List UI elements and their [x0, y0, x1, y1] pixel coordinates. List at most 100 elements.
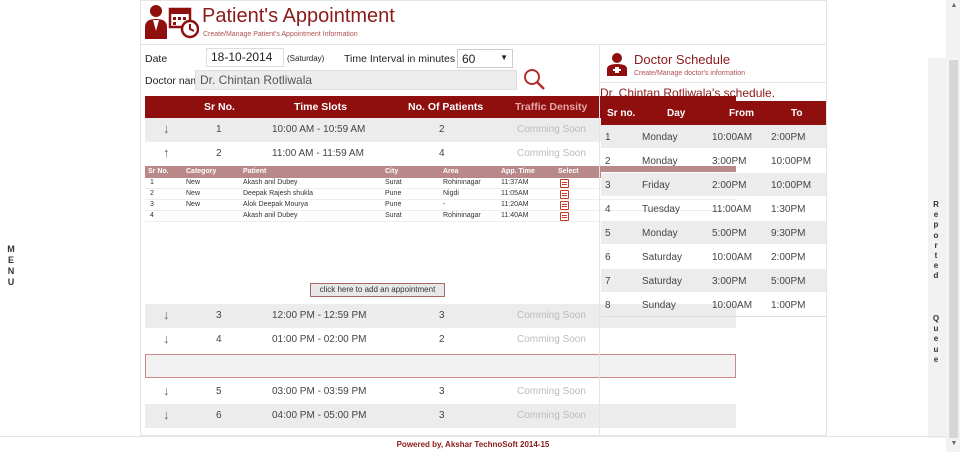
sched-day: Saturday: [642, 252, 683, 263]
doctor-header: Doctor Schedule Create/Manage doctor's i…: [600, 45, 827, 83]
schedule-row[interactable]: 7 Saturday 3:00PM 5:00PM: [601, 269, 826, 293]
label-letter: d: [933, 271, 939, 281]
sched-to: 10:00PM: [771, 156, 812, 167]
sched-from: 3:00PM: [712, 156, 747, 167]
sched-from: 2:00PM: [712, 180, 747, 191]
sched-sr: 2: [605, 156, 611, 167]
slot-sr: 4: [216, 334, 222, 345]
arrow-up-icon[interactable]: ↑: [163, 145, 170, 160]
sched-from: 10:00AM: [712, 300, 753, 311]
col-city: City: [385, 168, 399, 175]
appt-time: 11:40AM: [501, 212, 529, 219]
col-category: Category: [186, 168, 217, 175]
slot-count: 3: [439, 386, 445, 397]
slot-count: 2: [439, 124, 445, 135]
schedule-row[interactable]: 2 Monday 3:00PM 10:00PM: [601, 149, 826, 173]
label-letter: p: [933, 220, 939, 230]
sched-to: 2:00PM: [771, 132, 806, 143]
sched-to: 5:00PM: [771, 276, 806, 287]
sched-sr: 4: [605, 204, 611, 215]
appt-time: 11:05AM: [501, 190, 529, 197]
add-appointment-button[interactable]: click here to add an appointment: [310, 283, 445, 297]
sched-day: Monday: [642, 132, 678, 143]
col-select: Select: [558, 168, 579, 175]
slot-sr: 3: [216, 310, 222, 321]
appt-city: Surat: [385, 179, 402, 186]
appt-sr: 2: [150, 190, 154, 197]
arrow-down-icon[interactable]: ↓: [163, 383, 170, 398]
day-label: (Saturday): [287, 54, 325, 63]
slot-count: 4: [439, 148, 445, 159]
footer-text: Powered by, Akshar TechnoSoft 2014-15: [396, 440, 550, 449]
sched-sr: 3: [605, 180, 611, 191]
label-letter: e: [933, 334, 939, 344]
edit-icon[interactable]: [560, 212, 569, 223]
sched-sr: 8: [605, 300, 611, 311]
scroll-down-icon[interactable]: ▼: [949, 440, 959, 447]
menu-strip[interactable]: M E N U: [0, 0, 20, 452]
schedule-row[interactable]: 6 Saturday 10:00AM 2:00PM: [601, 245, 826, 269]
schedule-row[interactable]: 8 Sunday 10:00AM 1:00PM: [601, 293, 826, 317]
sched-sr: 1: [605, 132, 611, 143]
arrow-down-icon[interactable]: ↓: [163, 121, 170, 136]
sched-to: 10:00PM: [771, 180, 812, 191]
appt-city: Surat: [385, 212, 402, 219]
appt-patient: Alok Deepak Mourya: [243, 201, 308, 208]
appt-sr: 3: [150, 201, 154, 208]
appt-time: 11:37AM: [501, 179, 529, 186]
schedule-row[interactable]: 4 Tuesday 11:00AM 1:30PM: [601, 197, 826, 221]
slot-density: Comming Soon: [517, 124, 586, 135]
col-sr-no: Sr No.: [204, 101, 235, 113]
schedule-row[interactable]: 1 Monday 10:00AM 2:00PM: [601, 125, 826, 149]
col-area: Area: [443, 168, 459, 175]
sched-day: Sunday: [642, 300, 676, 311]
menu-label[interactable]: M E N U: [6, 244, 16, 288]
arrow-down-icon[interactable]: ↓: [163, 331, 170, 346]
sched-from: 10:00AM: [712, 132, 753, 143]
scrollbar-thumb[interactable]: [949, 60, 958, 438]
sched-to: 1:00PM: [771, 300, 806, 311]
menu-letter: U: [7, 277, 15, 287]
arrow-down-icon[interactable]: ↓: [163, 407, 170, 422]
slot-count: 3: [439, 310, 445, 321]
date-input[interactable]: 18-10-2014: [206, 48, 284, 67]
label-letter: u: [933, 344, 939, 354]
label-letter: t: [934, 251, 938, 261]
label-letter: e: [933, 261, 939, 271]
sched-sr: 6: [605, 252, 611, 263]
sched-day: Saturday: [642, 276, 683, 287]
schedule-row[interactable]: 5 Monday 5:00PM 9:30PM: [601, 221, 826, 245]
sched-to: 1:30PM: [771, 204, 806, 215]
col-patient: Patient: [243, 168, 267, 175]
col-sr: Sr No.: [148, 168, 169, 175]
interval-select[interactable]: 60 ▼: [457, 49, 513, 68]
appt-area: -: [443, 201, 446, 208]
scroll-up-icon[interactable]: ▲: [949, 2, 959, 9]
appt-category: New: [186, 179, 201, 186]
queue-label: Q u e u e: [928, 314, 944, 365]
doctor-name-input[interactable]: Dr. Chintan Rotliwala: [195, 70, 517, 90]
slot-time: 01:00 PM - 02:00 PM: [272, 334, 367, 345]
slot-time: 12:00 PM - 12:59 PM: [272, 310, 367, 321]
appt-sr: 4: [150, 212, 154, 219]
label-letter: r: [934, 240, 938, 250]
sched-to: 9:30PM: [771, 228, 806, 239]
arrow-down-icon[interactable]: ↓: [163, 307, 170, 322]
col-sr-no: Sr no.: [607, 108, 636, 119]
slot-sr: 2: [216, 148, 222, 159]
menu-letter: N: [7, 266, 15, 276]
sched-from: 3:00PM: [712, 276, 747, 287]
appt-area: Nigdi: [443, 190, 459, 197]
page-subtitle: Create/Manage Patient's Appointment Info…: [203, 31, 358, 38]
schedule-row[interactable]: 3 Friday 2:00PM 10:00PM: [601, 173, 826, 197]
appt-time: 11:20AM: [501, 201, 529, 208]
interval-label: Time Interval in minutes: [344, 53, 456, 65]
doctor-icon: [607, 53, 627, 76]
col-to: To: [791, 108, 803, 119]
appt-sr: 1: [150, 179, 154, 186]
appt-category: New: [186, 201, 201, 208]
search-icon[interactable]: [522, 67, 546, 91]
col-app-time: App. Time: [501, 168, 535, 175]
page-header: Patient's Appointment Create/Manage Pati…: [141, 1, 826, 45]
slot-sr: 1: [216, 124, 222, 135]
